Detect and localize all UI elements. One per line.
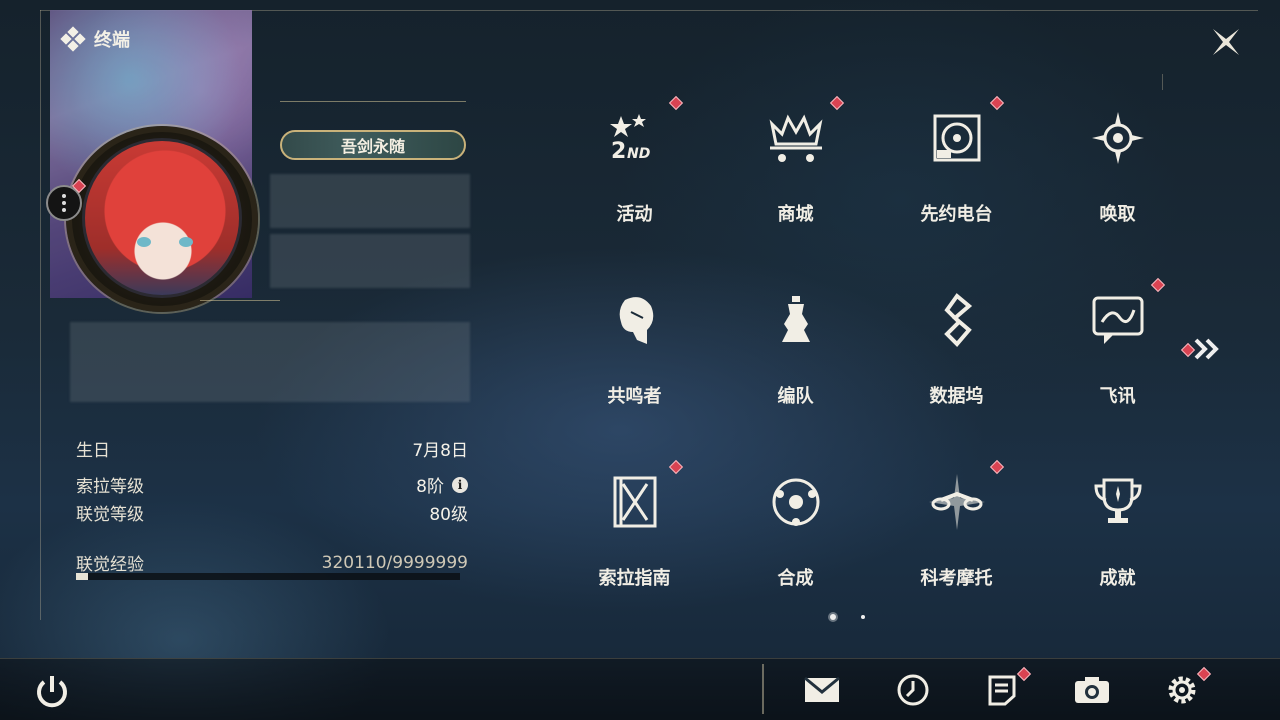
power-button[interactable]	[32, 672, 72, 712]
synthesis-orbit-icon	[766, 472, 826, 532]
avatar-divider	[200, 300, 280, 301]
motorbike-icon	[927, 472, 987, 532]
shop-crown-cart-icon	[766, 108, 826, 168]
title-plate[interactable]: 吾剑永随	[280, 130, 466, 160]
team-chess-icon	[766, 290, 826, 350]
message-chat-icon	[1088, 290, 1148, 350]
title-plate-text: 吾剑永随	[340, 137, 405, 156]
event-2nd-icon: 2 ND	[605, 108, 665, 168]
toolbar-divider	[762, 664, 764, 714]
blurred-name	[270, 174, 470, 228]
gear-icon	[1168, 676, 1196, 704]
page-title: 终端	[94, 30, 130, 51]
stat-union-level: 联觉等级 80级	[76, 505, 468, 525]
stat-birthday: 生日 7月8日	[76, 441, 468, 461]
close-x-icon	[1213, 29, 1239, 55]
achievement-trophy-icon	[1088, 472, 1148, 532]
menu-item-synthesis[interactable]: 合成	[715, 442, 876, 624]
menu-item-events[interactable]: 2 ND 活动	[554, 78, 715, 260]
blurred-signature	[70, 322, 470, 402]
page-indicator	[861, 615, 865, 619]
avatar[interactable]	[82, 138, 242, 298]
resonator-head-icon	[605, 290, 665, 350]
menu-item-achievements[interactable]: 成就	[1037, 442, 1198, 624]
menu-item-team[interactable]: 编队	[715, 260, 876, 442]
menu-item-radio[interactable]: 先约电台	[876, 78, 1037, 260]
menu-item-data-bank[interactable]: 数据坞	[876, 260, 1037, 442]
camera-icon	[1075, 677, 1109, 703]
next-page-button[interactable]	[1194, 338, 1220, 366]
page-indicator-active	[830, 614, 836, 620]
svg-text:2: 2	[611, 139, 626, 164]
stat-union-exp: 联觉经验 320110/9999999	[76, 552, 468, 576]
mail-button[interactable]	[802, 672, 842, 708]
menu-item-motorbike[interactable]: 科考摩托	[876, 442, 1037, 624]
mail-icon	[804, 676, 840, 702]
menu-item-messages[interactable]: 飞讯	[1037, 260, 1198, 442]
power-icon	[37, 676, 67, 708]
menu-item-guide[interactable]: 索拉指南	[554, 442, 715, 624]
svg-text:ND: ND	[627, 146, 650, 162]
terminal-diamond-icon	[60, 26, 86, 52]
page-header: 终端	[60, 26, 130, 52]
guide-book-icon	[605, 472, 665, 532]
stat-sola-level: 索拉等级 8阶 i	[76, 472, 468, 497]
double-chevron-right-icon	[1194, 338, 1219, 360]
clock-button[interactable]	[893, 672, 933, 708]
blurred-id	[270, 234, 470, 288]
notice-icon	[988, 675, 1016, 706]
data-bank-icon	[927, 290, 987, 350]
exp-progress-bar	[76, 573, 460, 580]
close-button[interactable]	[1206, 24, 1246, 60]
settings-button[interactable]	[1162, 672, 1202, 708]
menu-item-convene[interactable]: 唤取	[1037, 78, 1198, 260]
exp-progress-fill	[76, 573, 89, 580]
info-icon[interactable]: i	[452, 476, 468, 493]
camera-button[interactable]	[1072, 672, 1112, 708]
menu-grid: 2 ND 活动 商城 先约电台 唤取 共鸣者 编队 数据坞 飞讯 索拉指南 合成…	[554, 78, 1198, 622]
frame-left-line	[40, 10, 41, 620]
radio-record-icon	[927, 108, 987, 168]
name-divider	[280, 101, 466, 102]
notice-button[interactable]	[982, 672, 1022, 708]
clock-icon	[897, 674, 929, 706]
menu-item-shop[interactable]: 商城	[715, 78, 876, 260]
convene-compass-icon	[1088, 108, 1148, 168]
menu-item-resonators[interactable]: 共鸣者	[554, 260, 715, 442]
